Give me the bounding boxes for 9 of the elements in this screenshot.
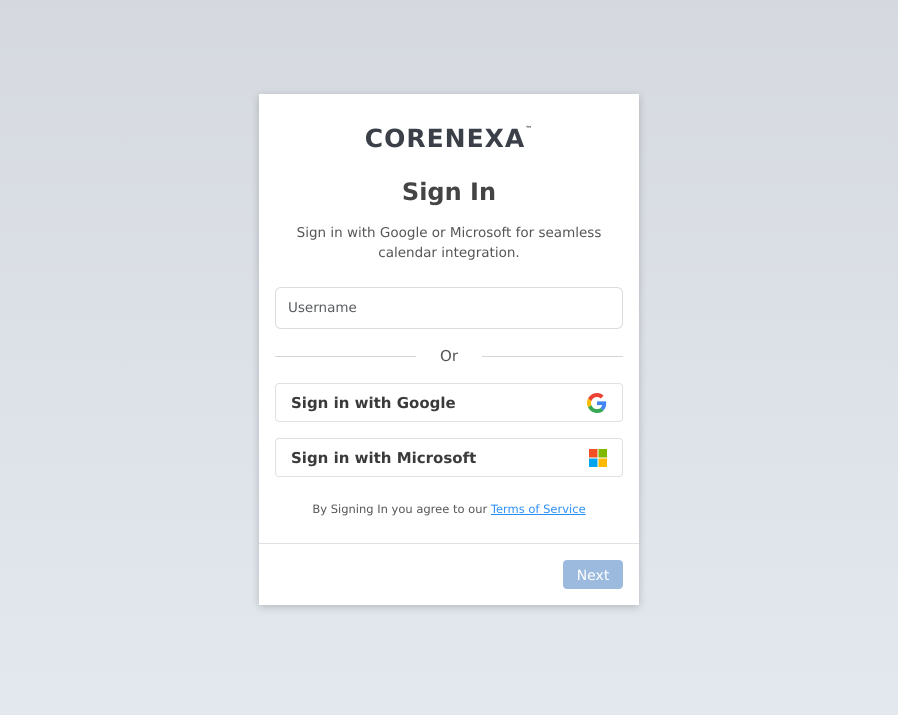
microsoft-icon [589,448,607,467]
terms-text: By Signing In you agree to our Terms of Service [311,501,587,518]
microsoft-sign-in-button[interactable]: Sign in with Microsoft [275,438,623,478]
subtitle: Sign in with Google or Microsoft for seamless calendar integration. [296,224,602,263]
divider-label: Or [440,346,458,367]
google-sign-in-button[interactable]: Sign in with Google [275,383,623,422]
username-field[interactable]: Username [275,286,623,329]
page-title: Sign In [400,178,498,207]
google-icon [587,392,607,413]
